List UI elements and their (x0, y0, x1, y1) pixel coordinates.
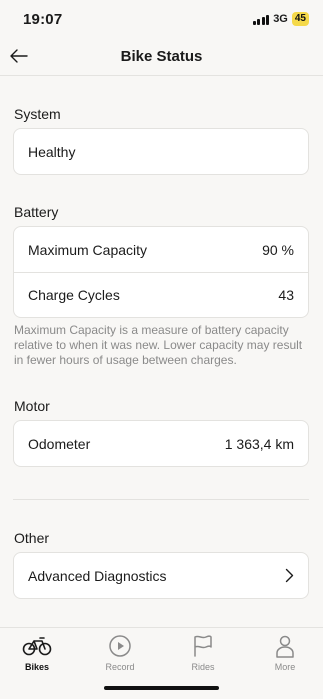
odometer-value: 1 363,4 km (224, 435, 294, 452)
system-status-row: Healthy (14, 129, 308, 174)
status-time: 19:07 (23, 11, 63, 28)
advanced-diagnostics-row[interactable]: Advanced Diagnostics (14, 553, 308, 598)
chevron-right-icon (285, 568, 294, 583)
system-section-title: System (14, 106, 61, 122)
maximum-capacity-value: 90 % (262, 241, 294, 258)
tab-rides-label: Rides (191, 662, 215, 672)
odometer-label: Odometer (28, 435, 91, 452)
odometer-row: Odometer 1 363,4 km (14, 421, 308, 466)
advanced-diagnostics-label: Advanced Diagnostics (28, 567, 167, 584)
tab-record-label: Record (105, 662, 135, 672)
battery-capacity-note: Maximum Capacity is a measure of battery… (14, 323, 303, 367)
charge-cycles-label: Charge Cycles (28, 287, 120, 303)
maximum-capacity-label: Maximum Capacity (28, 241, 148, 258)
tab-rides[interactable]: Rides (173, 634, 233, 672)
motor-section-title: Motor (14, 398, 50, 414)
nav-bar: Bike Status (0, 40, 323, 76)
tab-bikes-label: Bikes (24, 662, 50, 672)
system-card: Healthy (13, 128, 309, 175)
home-indicator (104, 686, 219, 690)
tab-bikes[interactable]: Bikes (7, 634, 67, 672)
battery-section-title: Battery (14, 204, 59, 220)
other-card: Advanced Diagnostics (13, 552, 309, 599)
section-divider (13, 499, 309, 500)
play-circle-icon (109, 635, 131, 657)
other-section-title: Other (14, 530, 50, 546)
page-title: Bike Status (120, 48, 203, 65)
flag-icon (194, 635, 212, 657)
charge-cycles-row: Charge Cycles 43 (14, 272, 308, 317)
charge-cycles-value: 43 (278, 287, 294, 303)
tab-more-label: More (274, 662, 296, 672)
tab-more[interactable]: More (255, 634, 315, 672)
tab-record[interactable]: Record (90, 634, 150, 672)
signal-icon (252, 14, 270, 25)
network-label: 3G (273, 13, 288, 25)
battery-badge: 45 (291, 12, 309, 26)
battery-card: Maximum Capacity 90 % Charge Cycles 43 (13, 226, 309, 318)
person-icon (276, 635, 294, 658)
system-status-value: Healthy (28, 143, 76, 160)
status-bar: 19:07 3G 45 (0, 0, 323, 40)
maximum-capacity-row: Maximum Capacity 90 % (14, 227, 308, 272)
motor-card: Odometer 1 363,4 km (13, 420, 309, 467)
bike-icon (22, 637, 52, 656)
status-indicators: 3G 45 (252, 12, 309, 26)
